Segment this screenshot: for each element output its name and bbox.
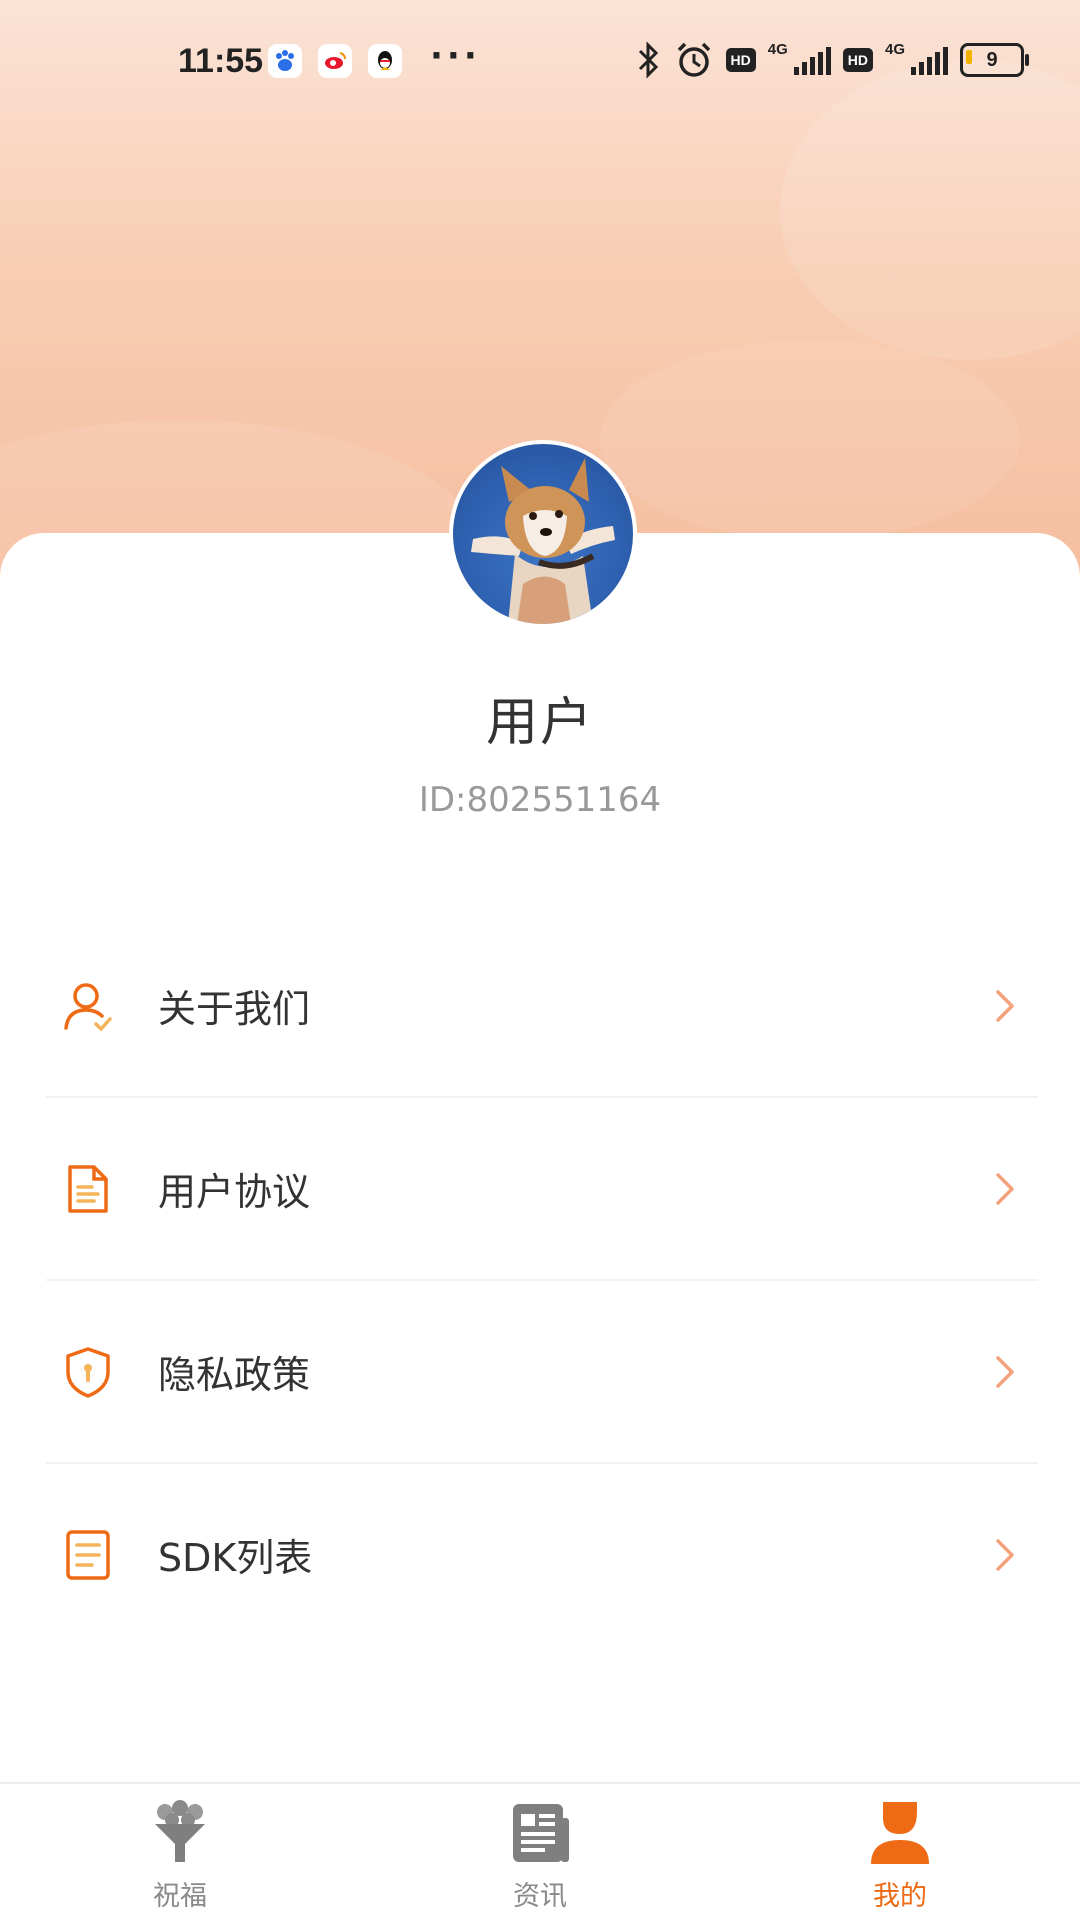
status-bar: 11:55 ··· HD 4G HD 4G 9 <box>0 0 1080 124</box>
bottom-tab-bar: 祝福 资讯 我的 <box>0 1782 1080 1922</box>
hd-badge-2: HD <box>842 48 873 72</box>
signal-icon <box>793 45 831 75</box>
tab-news[interactable]: 资讯 <box>360 1784 720 1922</box>
news-icon <box>513 1804 569 1862</box>
signal-icon-2 <box>911 45 948 75</box>
battery-level: 9 <box>986 48 998 71</box>
menu-item-label: SDK列表 <box>158 1536 313 1580</box>
tab-mine[interactable]: 我的 <box>720 1784 1080 1922</box>
avatar[interactable] <box>449 440 637 628</box>
alarm-icon <box>677 42 710 77</box>
tab-blessings[interactable]: 祝福 <box>0 1784 360 1922</box>
shield-icon <box>58 1342 118 1402</box>
chevron-right-icon <box>996 989 1014 1022</box>
profile-icon <box>871 1802 929 1864</box>
chevron-right-icon <box>996 1355 1014 1388</box>
weibo-icon <box>318 44 352 78</box>
battery-icon: 9 <box>960 43 1029 77</box>
settings-menu: 关于我们 用户协议 隐私政策 SDK列表 <box>46 915 1038 1645</box>
baidu-icon <box>268 44 302 78</box>
more-notifications-icon: ··· <box>430 36 481 76</box>
menu-item-label: 隐私政策 <box>158 1353 311 1397</box>
tab-label: 祝福 <box>153 1881 207 1912</box>
document-icon <box>58 1159 118 1219</box>
chevron-right-icon <box>996 1172 1014 1205</box>
user-check-icon <box>58 976 118 1036</box>
menu-item-user-agreement[interactable]: 用户协议 <box>46 1098 1038 1281</box>
user-id: ID:802551164 <box>418 780 662 820</box>
bouquet-icon <box>155 1800 205 1862</box>
tab-label: 我的 <box>873 1881 927 1912</box>
username: 用户 <box>485 693 594 753</box>
bluetooth-icon <box>638 41 658 79</box>
list-icon <box>58 1525 118 1585</box>
menu-item-sdk-list[interactable]: SDK列表 <box>46 1464 1038 1645</box>
network-type: 4G <box>767 40 788 58</box>
menu-item-label: 用户协议 <box>158 1170 311 1214</box>
menu-item-privacy-policy[interactable]: 隐私政策 <box>46 1281 1038 1464</box>
status-time: 11:55 <box>178 42 264 80</box>
menu-item-label: 关于我们 <box>158 987 311 1031</box>
qq-icon <box>368 44 402 78</box>
menu-item-about-us[interactable]: 关于我们 <box>46 915 1038 1098</box>
hd-badge: HD <box>725 48 756 72</box>
tab-label: 资讯 <box>513 1881 567 1912</box>
chevron-right-icon <box>996 1538 1014 1571</box>
network-type-2: 4G <box>884 40 905 58</box>
